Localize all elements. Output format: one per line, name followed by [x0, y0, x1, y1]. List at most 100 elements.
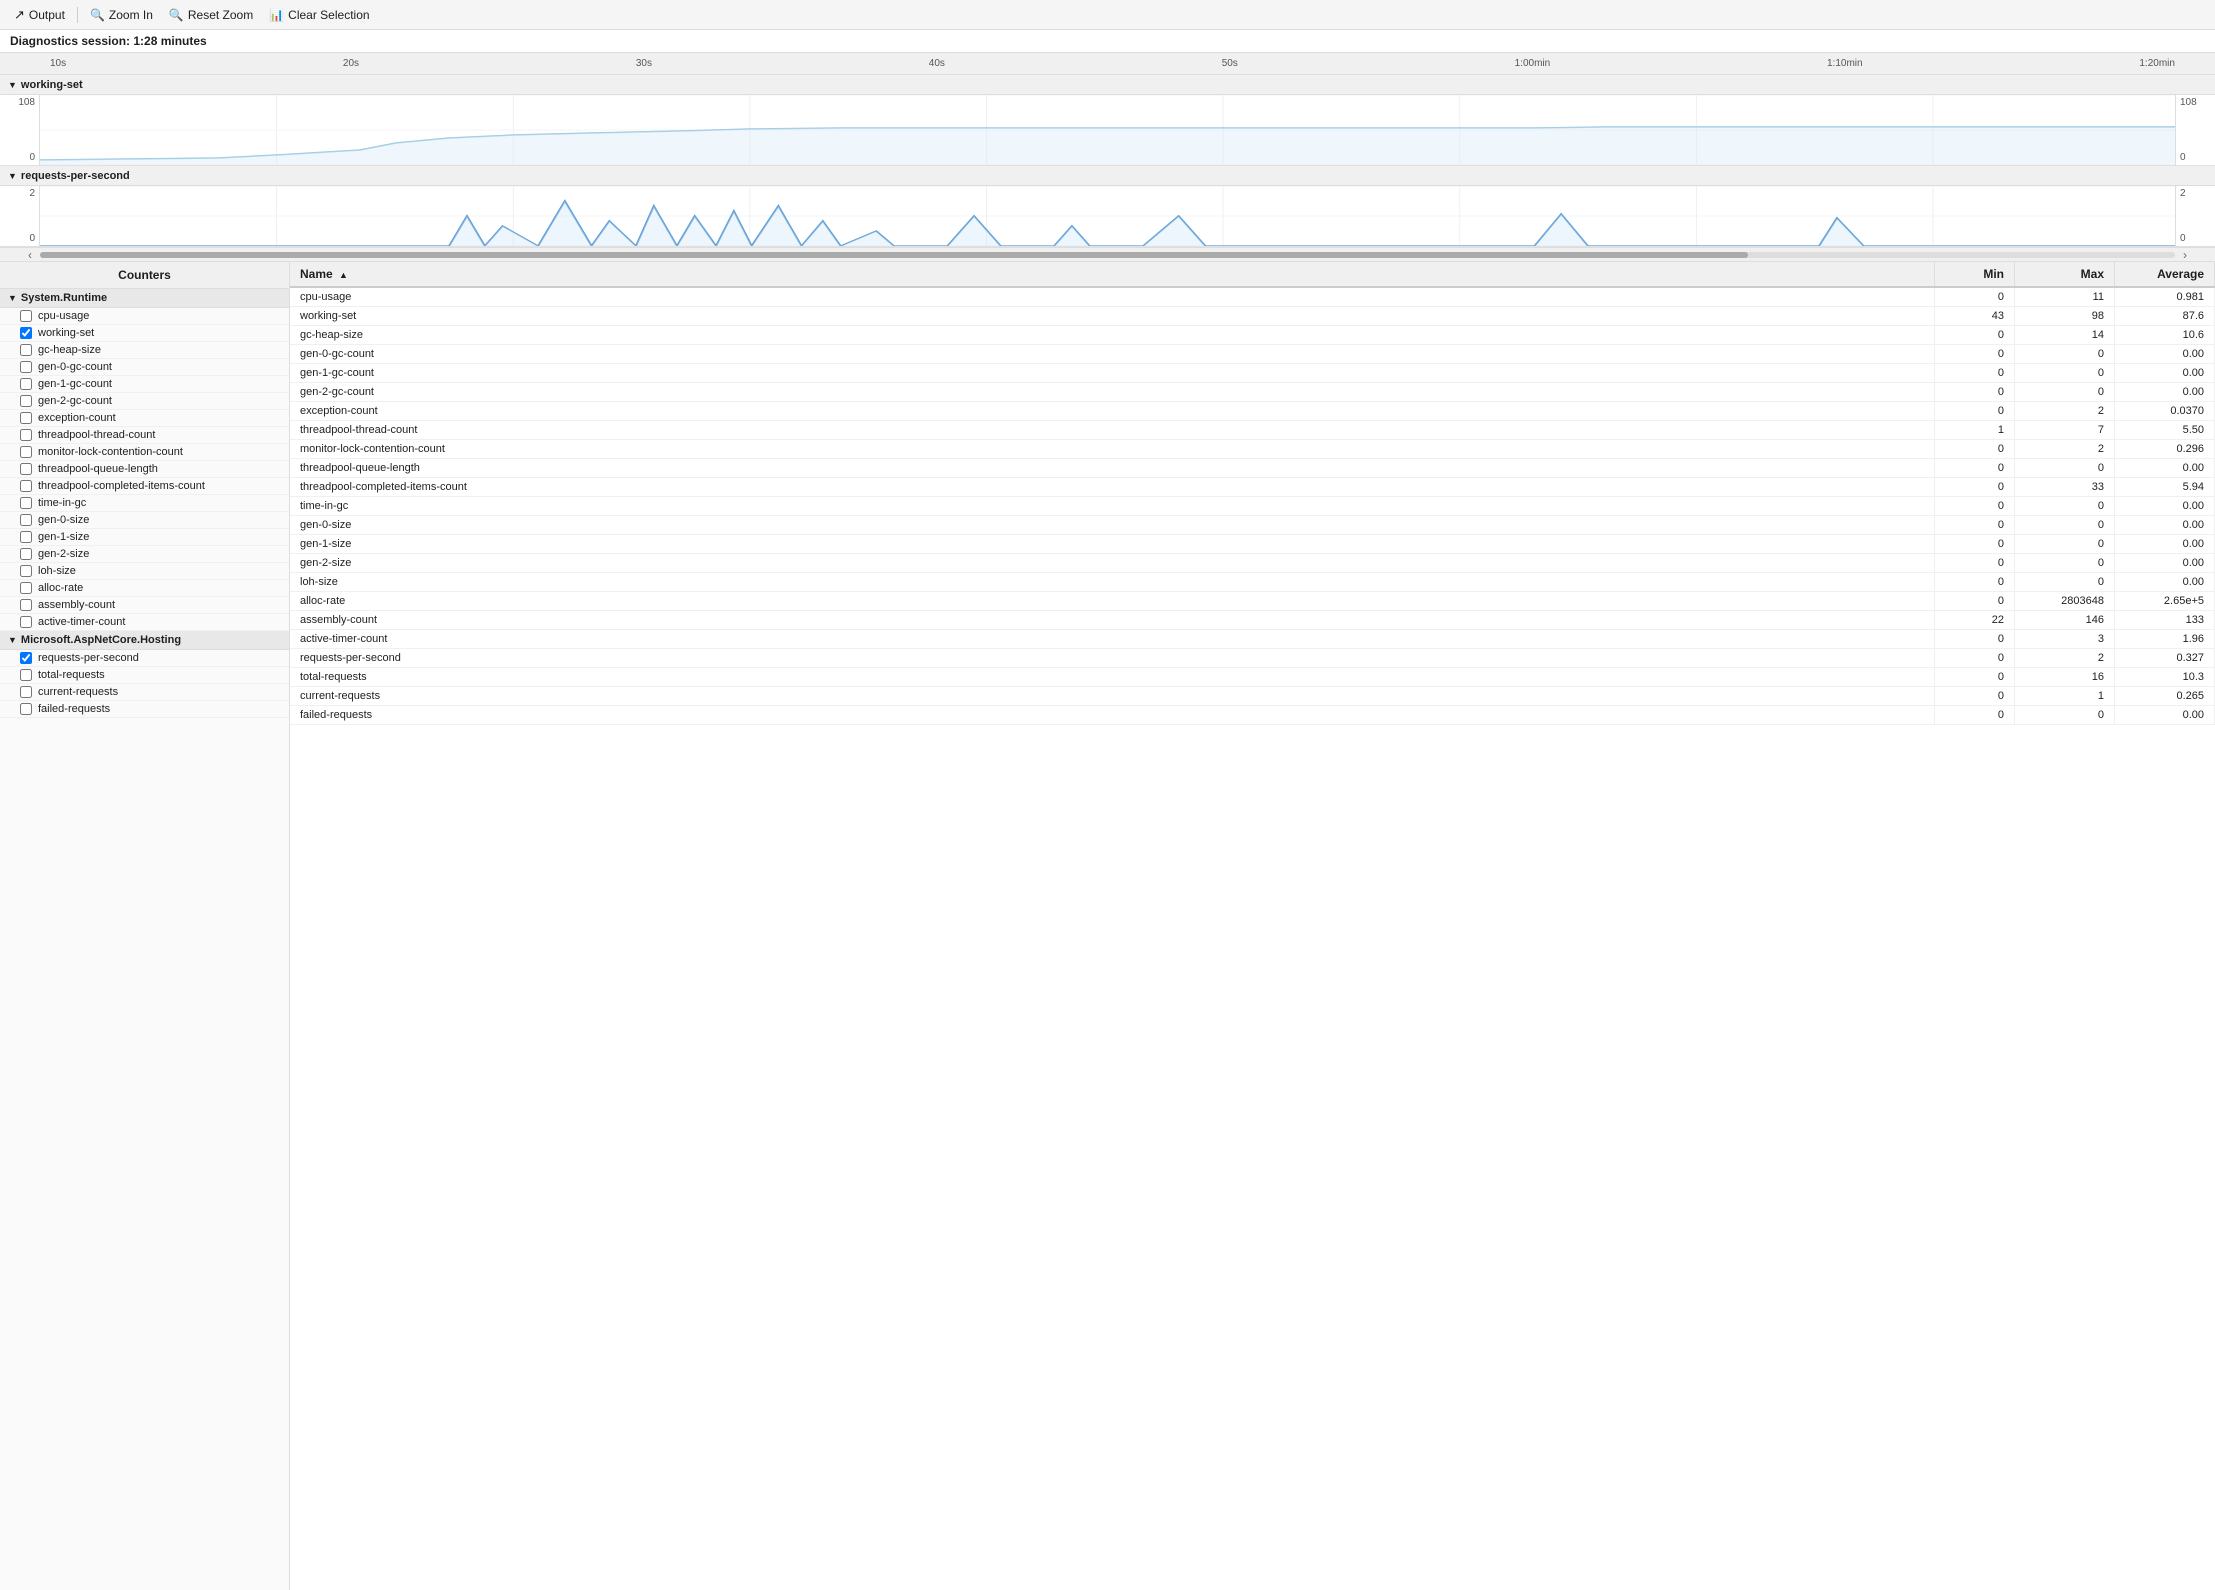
working-set-label: working-set [21, 79, 83, 91]
table-cell-name: cpu-usage [290, 287, 1935, 307]
counter-gen-2-size[interactable]: gen-2-size [0, 546, 289, 563]
table-cell-min: 0 [1935, 383, 2015, 402]
table-row[interactable]: total-requests 0 16 10.3 [290, 668, 2215, 687]
counter-loh-size[interactable]: loh-size [0, 563, 289, 580]
counter-alloc-rate-checkbox[interactable] [20, 582, 32, 594]
table-cell-average: 5.50 [2115, 421, 2215, 440]
table-row[interactable]: requests-per-second 0 2 0.327 [290, 649, 2215, 668]
table-row[interactable]: alloc-rate 0 2803648 2.65e+5 [290, 592, 2215, 611]
counter-monitor-lock-checkbox[interactable] [20, 446, 32, 458]
output-button[interactable]: ↗ Output [8, 5, 71, 25]
counter-alloc-rate[interactable]: alloc-rate [0, 580, 289, 597]
counter-group-system-runtime[interactable]: ▼ System.Runtime [0, 289, 289, 308]
counter-current-requests[interactable]: current-requests [0, 684, 289, 701]
working-set-collapse-icon[interactable]: ▼ [8, 80, 17, 90]
counter-gen-1-gc-count[interactable]: gen-1-gc-count [0, 376, 289, 393]
counter-gen-1-gc-count-checkbox[interactable] [20, 378, 32, 390]
counter-active-timer-count-checkbox[interactable] [20, 616, 32, 628]
table-row[interactable]: threadpool-completed-items-count 0 33 5.… [290, 478, 2215, 497]
clear-selection-button[interactable]: 📊 Clear Selection [263, 6, 375, 24]
requests-svg [40, 186, 2175, 246]
counter-monitor-lock[interactable]: monitor-lock-contention-count [0, 444, 289, 461]
table-cell-average: 0.00 [2115, 535, 2215, 554]
counter-time-in-gc-checkbox[interactable] [20, 497, 32, 509]
table-row[interactable]: assembly-count 22 146 133 [290, 611, 2215, 630]
counter-gen-0-gc-count-checkbox[interactable] [20, 361, 32, 373]
system-runtime-label: System.Runtime [21, 292, 107, 304]
counter-gen-0-size-checkbox[interactable] [20, 514, 32, 526]
counter-threadpool-completed[interactable]: threadpool-completed-items-count [0, 478, 289, 495]
counter-working-set-checkbox[interactable] [20, 327, 32, 339]
table-row[interactable]: current-requests 0 1 0.265 [290, 687, 2215, 706]
table-row[interactable]: failed-requests 0 0 0.00 [290, 706, 2215, 725]
counter-gen-1-size-checkbox[interactable] [20, 531, 32, 543]
col-min-header[interactable]: Min [1935, 262, 2015, 287]
table-row[interactable]: gen-1-size 0 0 0.00 [290, 535, 2215, 554]
reset-zoom-button[interactable]: 🔍 Reset Zoom [163, 6, 259, 24]
counter-failed-requests-checkbox[interactable] [20, 703, 32, 715]
table-row[interactable]: gc-heap-size 0 14 10.6 [290, 326, 2215, 345]
table-row[interactable]: working-set 43 98 87.6 [290, 307, 2215, 326]
counter-total-requests[interactable]: total-requests [0, 667, 289, 684]
col-average-header[interactable]: Average [2115, 262, 2215, 287]
table-row[interactable]: gen-0-gc-count 0 0 0.00 [290, 345, 2215, 364]
table-row[interactable]: threadpool-thread-count 1 7 5.50 [290, 421, 2215, 440]
table-row[interactable]: gen-1-gc-count 0 0 0.00 [290, 364, 2215, 383]
counter-failed-requests[interactable]: failed-requests [0, 701, 289, 718]
table-row[interactable]: gen-2-gc-count 0 0 0.00 [290, 383, 2215, 402]
working-set-yr-min: 0 [2180, 152, 2211, 163]
counter-threadpool-queue[interactable]: threadpool-queue-length [0, 461, 289, 478]
table-row[interactable]: active-timer-count 0 3 1.96 [290, 630, 2215, 649]
chart-scrollbar[interactable]: ‹ › [0, 247, 2215, 261]
counter-requests-per-second-checkbox[interactable] [20, 652, 32, 664]
scroll-left-arrow[interactable]: ‹ [20, 248, 40, 262]
table-row[interactable]: loh-size 0 0 0.00 [290, 573, 2215, 592]
counter-threadpool-thread-count-checkbox[interactable] [20, 429, 32, 441]
table-row[interactable]: cpu-usage 0 11 0.981 [290, 287, 2215, 307]
counter-cpu-usage[interactable]: cpu-usage [0, 308, 289, 325]
counter-threadpool-completed-checkbox[interactable] [20, 480, 32, 492]
counter-gen-0-gc-count[interactable]: gen-0-gc-count [0, 359, 289, 376]
col-max-header[interactable]: Max [2015, 262, 2115, 287]
counter-working-set-label: working-set [38, 327, 94, 339]
counter-loh-size-checkbox[interactable] [20, 565, 32, 577]
tick-50s: 50s [1222, 58, 1238, 69]
table-row[interactable]: gen-2-size 0 0 0.00 [290, 554, 2215, 573]
counter-group-aspnet[interactable]: ▼ Microsoft.AspNetCore.Hosting [0, 631, 289, 650]
col-max-label: Max [2081, 267, 2104, 281]
counter-requests-per-second-label: requests-per-second [38, 652, 139, 664]
counter-threadpool-queue-checkbox[interactable] [20, 463, 32, 475]
table-row[interactable]: gen-0-size 0 0 0.00 [290, 516, 2215, 535]
counter-gc-heap-size-checkbox[interactable] [20, 344, 32, 356]
counter-gen-1-size[interactable]: gen-1-size [0, 529, 289, 546]
counter-exception-count-checkbox[interactable] [20, 412, 32, 424]
table-row[interactable]: exception-count 0 2 0.0370 [290, 402, 2215, 421]
counter-cpu-usage-checkbox[interactable] [20, 310, 32, 322]
table-row[interactable]: threadpool-queue-length 0 0 0.00 [290, 459, 2215, 478]
counter-gen-2-gc-count[interactable]: gen-2-gc-count [0, 393, 289, 410]
table-row[interactable]: monitor-lock-contention-count 0 2 0.296 [290, 440, 2215, 459]
counter-assembly-count[interactable]: assembly-count [0, 597, 289, 614]
counter-working-set[interactable]: working-set [0, 325, 289, 342]
counter-gc-heap-size[interactable]: gc-heap-size [0, 342, 289, 359]
zoom-in-button[interactable]: 🔍 Zoom In [84, 6, 159, 24]
counter-gen-2-size-checkbox[interactable] [20, 548, 32, 560]
counter-monitor-lock-label: monitor-lock-contention-count [38, 446, 183, 458]
scroll-thumb[interactable] [40, 252, 1748, 258]
counter-active-timer-count[interactable]: active-timer-count [0, 614, 289, 631]
counter-gen-0-size[interactable]: gen-0-size [0, 512, 289, 529]
col-name-header[interactable]: Name ▲ [290, 262, 1935, 287]
counter-threadpool-thread-count[interactable]: threadpool-thread-count [0, 427, 289, 444]
scroll-right-arrow[interactable]: › [2175, 248, 2195, 262]
counter-requests-per-second[interactable]: requests-per-second [0, 650, 289, 667]
requests-collapse-icon[interactable]: ▼ [8, 171, 17, 181]
counter-exception-count[interactable]: exception-count [0, 410, 289, 427]
counter-total-requests-checkbox[interactable] [20, 669, 32, 681]
counter-gen-2-gc-count-checkbox[interactable] [20, 395, 32, 407]
counter-current-requests-label: current-requests [38, 686, 118, 698]
counter-current-requests-checkbox[interactable] [20, 686, 32, 698]
counter-time-in-gc[interactable]: time-in-gc [0, 495, 289, 512]
table-cell-min: 1 [1935, 421, 2015, 440]
counter-assembly-count-checkbox[interactable] [20, 599, 32, 611]
table-row[interactable]: time-in-gc 0 0 0.00 [290, 497, 2215, 516]
